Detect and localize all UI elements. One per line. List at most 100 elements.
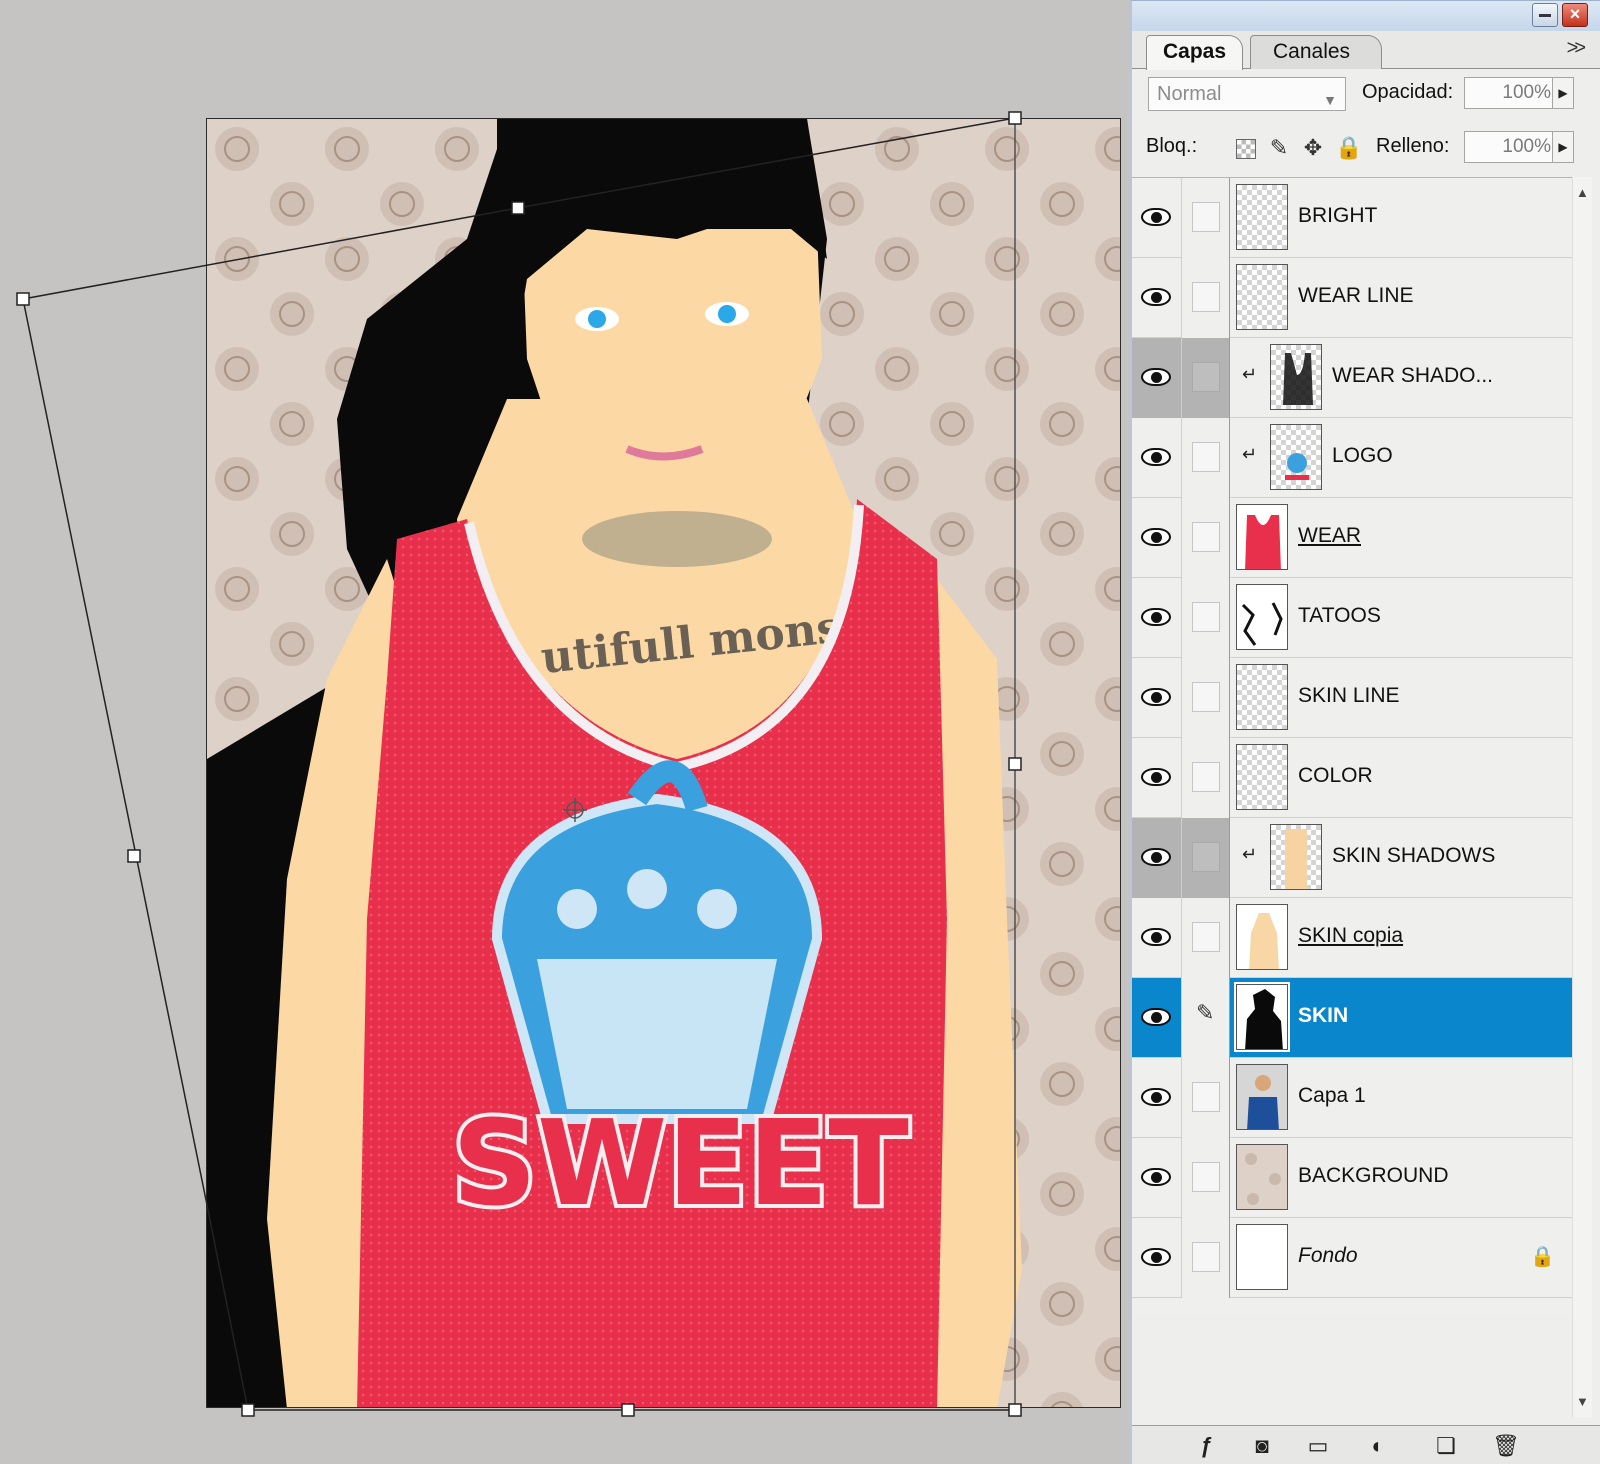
minimize-button[interactable]	[1532, 3, 1558, 27]
canvas-workspace[interactable]: utifull monst SWEET	[0, 0, 1128, 1464]
layer-link-toggle[interactable]	[1182, 578, 1230, 658]
layer-row[interactable]: SKIN LINE	[1132, 658, 1572, 738]
layer-name: WEAR	[1298, 524, 1361, 547]
visibility-toggle[interactable]	[1132, 658, 1182, 738]
scroll-up-icon[interactable]: ▲	[1576, 185, 1589, 200]
layer-link-toggle[interactable]	[1182, 418, 1230, 498]
layer-row[interactable]: WEAR	[1132, 498, 1572, 578]
layer-link-toggle[interactable]	[1182, 338, 1230, 418]
tab-canales[interactable]: Canales	[1250, 35, 1382, 69]
tab-capas[interactable]: Capas	[1146, 35, 1244, 70]
visibility-toggle[interactable]	[1132, 1138, 1182, 1218]
close-button[interactable]: ×	[1562, 3, 1588, 27]
opacity-slider-arrow-icon[interactable]: ▶	[1552, 77, 1574, 109]
layer-row[interactable]: BACKGROUND	[1132, 1138, 1572, 1218]
visibility-toggle[interactable]	[1132, 498, 1182, 578]
scroll-down-icon[interactable]: ▼	[1576, 1394, 1589, 1409]
link-box	[1192, 362, 1220, 392]
layer-thumbnail[interactable]	[1270, 824, 1322, 890]
layer-row[interactable]: ↵ LOGO	[1132, 418, 1572, 498]
layer-row[interactable]: WEAR LINE	[1132, 258, 1572, 338]
layer-row[interactable]: COLOR	[1132, 738, 1572, 818]
visibility-toggle[interactable]	[1132, 258, 1182, 338]
visibility-toggle[interactable]	[1132, 178, 1182, 258]
layers-list: BRIGHT WEAR LINE ↵ WEAR SHADO... ↵ LOGO WEAR TA…	[1132, 177, 1572, 1317]
clipping-mask-arrow-icon: ↵	[1242, 444, 1258, 464]
visibility-toggle[interactable]	[1132, 898, 1182, 978]
fx-icon[interactable]: ƒ	[1188, 1430, 1224, 1462]
folder-icon[interactable]: ▭	[1300, 1430, 1336, 1462]
layer-link-toggle[interactable]	[1182, 498, 1230, 578]
layer-name: SKIN LINE	[1298, 684, 1400, 707]
lock-label: Bloq.:	[1146, 135, 1198, 157]
layer-link-toggle[interactable]	[1182, 1138, 1230, 1218]
layer-link-toggle[interactable]	[1182, 178, 1230, 258]
layer-row[interactable]: SKIN copia	[1132, 898, 1572, 978]
lock-all-padlock-icon[interactable]: 🔒	[1334, 133, 1364, 163]
layer-link-toggle[interactable]	[1182, 658, 1230, 738]
layer-link-toggle[interactable]	[1182, 818, 1230, 898]
layer-row[interactable]: BRIGHT	[1132, 178, 1572, 258]
layer-thumbnail[interactable]	[1236, 1144, 1288, 1210]
layer-name: SKIN SHADOWS	[1332, 844, 1496, 867]
fill-slider-arrow-icon[interactable]: ▶	[1552, 131, 1574, 163]
link-box	[1192, 282, 1220, 312]
visibility-toggle[interactable]	[1132, 818, 1182, 898]
layer-thumbnail[interactable]	[1236, 264, 1288, 330]
lock-row: Bloq.: ✎ ✥ 🔒 Relleno: 100% ▶	[1132, 129, 1600, 171]
lock-position-move-icon[interactable]: ✥	[1298, 133, 1328, 163]
trash-icon[interactable]: 🗑	[1488, 1430, 1524, 1462]
layer-thumbnail[interactable]	[1270, 424, 1322, 490]
visibility-toggle[interactable]	[1132, 1218, 1182, 1298]
lock-paint-brush-icon[interactable]: ✎	[1264, 133, 1294, 163]
layer-link-toggle[interactable]	[1182, 1058, 1230, 1138]
visibility-toggle[interactable]	[1132, 418, 1182, 498]
blend-row: Normal ▼ Opacidad: 100% ▶	[1132, 77, 1600, 119]
mask-icon[interactable]: ◙	[1244, 1430, 1280, 1462]
visibility-toggle[interactable]	[1132, 738, 1182, 818]
layer-thumbnail[interactable]	[1236, 184, 1288, 250]
panel-titlebar[interactable]: ×	[1132, 1, 1600, 31]
layers-scrollbar[interactable]: ▲ ▼	[1572, 177, 1592, 1417]
layer-row[interactable]: ↵ SKIN SHADOWS	[1132, 818, 1572, 898]
layer-thumbnail[interactable]	[1236, 904, 1288, 970]
layer-link-toggle[interactable]	[1182, 1218, 1230, 1298]
clipping-mask-arrow-icon: ↵	[1242, 844, 1258, 864]
eye-icon	[1141, 1168, 1171, 1186]
visibility-toggle[interactable]	[1132, 338, 1182, 418]
layer-thumbnail[interactable]	[1236, 744, 1288, 810]
artwork-illustration: utifull monst SWEET	[207, 119, 1120, 1407]
layer-thumbnail[interactable]	[1236, 664, 1288, 730]
double-chevron-right-icon[interactable]: >>	[1567, 37, 1586, 60]
layer-link-toggle[interactable]	[1182, 898, 1230, 978]
visibility-toggle[interactable]	[1132, 1058, 1182, 1138]
paint-brush-icon: ✎	[1196, 1000, 1215, 1025]
layer-thumbnail[interactable]	[1236, 504, 1288, 570]
visibility-toggle[interactable]	[1132, 978, 1182, 1058]
new-layer-icon[interactable]: ❏	[1428, 1430, 1464, 1462]
layer-thumbnail[interactable]	[1236, 1224, 1288, 1290]
artwork-canvas[interactable]: utifull monst SWEET	[206, 118, 1121, 1408]
layer-name: TATOOS	[1298, 604, 1381, 627]
layer-row[interactable]: Capa 1	[1132, 1058, 1572, 1138]
visibility-toggle[interactable]	[1132, 578, 1182, 658]
layer-link-toggle[interactable]: ✎	[1182, 978, 1230, 1058]
adjustment-icon[interactable]: ◐	[1360, 1430, 1396, 1462]
fill-input[interactable]: 100%	[1464, 131, 1560, 163]
opacity-input[interactable]: 100%	[1464, 77, 1560, 109]
layer-row[interactable]: ✎ SKIN	[1132, 978, 1572, 1058]
layer-link-toggle[interactable]	[1182, 738, 1230, 818]
eye-icon	[1141, 1088, 1171, 1106]
layer-thumbnail[interactable]	[1234, 982, 1290, 1052]
blend-mode-select[interactable]: Normal ▼	[1148, 77, 1346, 111]
layer-row[interactable]: TATOOS	[1132, 578, 1572, 658]
layer-thumbnail[interactable]	[1236, 584, 1288, 650]
lock-transparency-icon[interactable]	[1230, 133, 1260, 163]
eye-icon	[1141, 448, 1171, 466]
layer-row[interactable]: Fondo 🔒	[1132, 1218, 1572, 1298]
layer-thumbnail[interactable]	[1270, 344, 1322, 410]
layer-thumbnail[interactable]	[1236, 1064, 1288, 1130]
link-box	[1192, 1242, 1220, 1272]
layer-row[interactable]: ↵ WEAR SHADO...	[1132, 338, 1572, 418]
layer-link-toggle[interactable]	[1182, 258, 1230, 338]
